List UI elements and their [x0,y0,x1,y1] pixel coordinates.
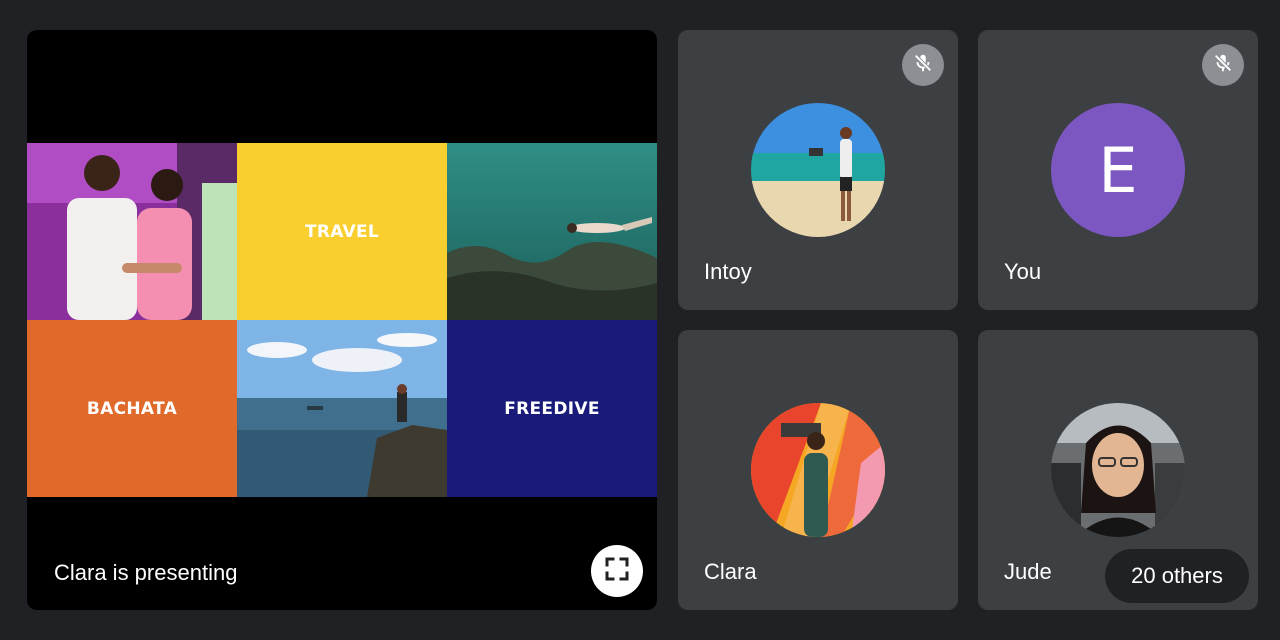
slide-tile-bachata: BACHATA [27,320,237,497]
participant-name: Clara [704,559,757,584]
shared-slide: TRAVEL BACHATA FREEDIVE [27,143,657,497]
fullscreen-icon [604,556,630,587]
participant-name: Jude [1004,559,1052,584]
slide-tile-travel: TRAVEL [237,143,447,320]
others-button[interactable]: 20 others [1105,549,1249,603]
participant-tile-intoy[interactable]: Intoy [678,30,958,310]
participant-tile-you[interactable]: E You [978,30,1258,310]
avatar [1051,403,1185,537]
avatar [751,403,885,537]
avatar [751,103,885,237]
slide-photo-dance [27,143,237,320]
letter-avatar: E [1051,103,1185,237]
participant-name: Intoy [704,259,752,284]
presentation-tile[interactable]: TRAVEL BACHATA FREEDIVE Clara is present… [27,30,657,610]
presenting-caption: Clara is presenting [54,560,238,585]
fullscreen-button[interactable] [591,545,643,597]
slide-label-travel: TRAVEL [304,221,380,242]
slide-label-freedive: FREEDIVE [504,398,600,419]
mic-off-icon [912,52,934,79]
participant-name: You [1004,259,1042,284]
slide-tile-freedive: FREEDIVE [447,320,657,497]
slide-photo-seaside [237,320,447,497]
slide-label-bachata: BACHATA [86,398,178,419]
mic-off-icon [1212,52,1234,79]
participant-tile-clara[interactable]: Clara [678,330,958,610]
muted-badge [902,44,944,86]
meeting-stage: TRAVEL BACHATA FREEDIVE Clara is present… [0,0,1280,640]
muted-badge [1202,44,1244,86]
slide-photo-underwater [447,143,657,320]
